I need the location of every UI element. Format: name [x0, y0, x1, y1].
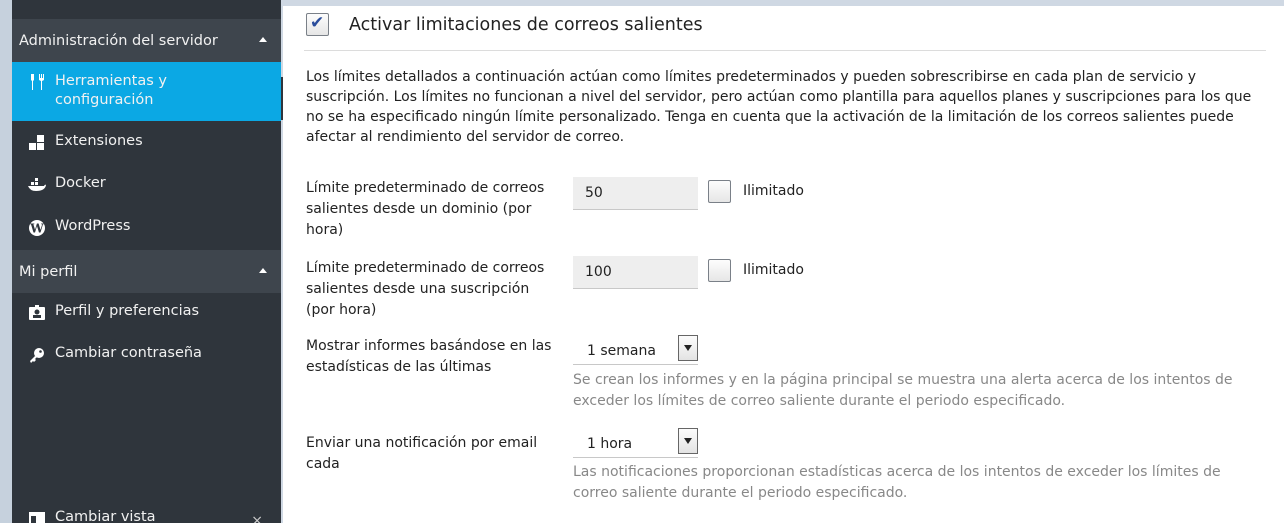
intro-paragraph: Los límites detallados a continuación ac… [306, 69, 1252, 145]
window-frame-left [0, 0, 12, 523]
divider [304, 50, 1266, 51]
main-content: Activar limitaciones de correos saliente… [283, 0, 1284, 523]
enable-limits-checkbox[interactable] [306, 13, 329, 36]
label-line-2: configuración [55, 92, 154, 108]
notify-period-label: Enviar una notificación por email cada [306, 435, 538, 472]
sidebar-item-label: Perfil y preferencias [55, 303, 200, 319]
subscription-unlimited-checkbox[interactable] [708, 259, 731, 282]
extensions-icon [27, 133, 47, 153]
chevron-down-icon[interactable] [678, 335, 698, 361]
close-icon[interactable]: × [251, 513, 263, 523]
enable-limits-label: Activar limitaciones de correos saliente… [349, 15, 703, 35]
collapse-caret-icon[interactable] [259, 37, 267, 42]
sidebar-item-label: Herramientas y configuración [55, 72, 167, 110]
sidebar-item-change-password[interactable]: Cambiar contraseña [12, 345, 281, 369]
sidebar-section-my-profile[interactable]: Mi perfil [12, 250, 281, 293]
select-value: 1 hora [587, 436, 633, 452]
notify-period-hint: Las notificaciones proporcionan estadíst… [573, 464, 1221, 501]
docker-icon [27, 175, 47, 195]
subscription-limit-label: Límite predeterminado de correos salient… [306, 260, 545, 318]
sidebar-item-profile-preferences[interactable]: Perfil y preferencias [12, 303, 281, 327]
domain-limit-input[interactable] [573, 177, 698, 210]
sidebar-item-label: Extensiones [55, 133, 143, 149]
top-frame [283, 0, 1284, 6]
select-value: 1 semana [587, 343, 656, 359]
sidebar-item-label: WordPress [55, 218, 131, 234]
collapse-caret-icon[interactable] [259, 268, 267, 273]
sidebar-item-label: Docker [55, 175, 106, 191]
tools-icon [27, 72, 47, 92]
profile-card-icon [27, 303, 47, 323]
domain-unlimited-checkbox[interactable] [708, 180, 731, 203]
sidebar: Administración del servidor Herramientas… [12, 0, 281, 523]
reports-period-hint: Se crean los informes y en la página pri… [573, 372, 1233, 409]
sidebar-item-tools-settings[interactable]: Herramientas y configuración [12, 62, 281, 121]
sidebar-item-extensions[interactable]: Extensiones [12, 133, 281, 157]
subscription-limit-input[interactable] [573, 256, 698, 289]
domain-limit-label: Límite predeterminado de correos salient… [306, 180, 545, 238]
sidebar-item-switch-view[interactable]: Cambiar vista [12, 509, 281, 523]
reports-period-select[interactable]: 1 semana [573, 335, 698, 365]
domain-unlimited-label: Ilimitado [743, 183, 804, 199]
reports-period-label: Mostrar informes basándose en las estadí… [306, 338, 552, 375]
sidebar-item-wordpress[interactable]: W WordPress [12, 218, 281, 242]
sidebar-item-label: Cambiar contraseña [55, 345, 202, 361]
sidebar-section-server-admin[interactable]: Administración del servidor [12, 19, 281, 62]
svg-text:W: W [29, 222, 44, 236]
section-title: Administración del servidor [19, 32, 218, 49]
key-icon [27, 345, 47, 365]
section-title: Mi perfil [19, 263, 78, 280]
sidebar-item-docker[interactable]: Docker [12, 175, 281, 199]
sidebar-item-label: Cambiar vista [55, 509, 156, 523]
notify-period-select[interactable]: 1 hora [573, 428, 698, 458]
label-line-1: Herramientas y [55, 73, 167, 89]
subscription-unlimited-label: Ilimitado [743, 262, 804, 278]
view-icon [27, 509, 47, 523]
chevron-down-icon[interactable] [678, 428, 698, 454]
wordpress-icon: W [27, 218, 47, 238]
